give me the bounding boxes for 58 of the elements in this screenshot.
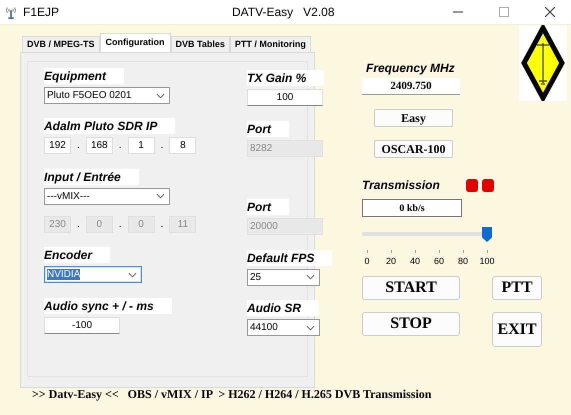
status-text: >> Datv-Easy << OBS / vMIX / IP > H262 / H264 / H.265 DVB Transmission [31, 387, 432, 402]
tick-label: 100 [479, 256, 495, 266]
tab[interactable]: DVB Tables [170, 36, 230, 52]
ip-separator: . [160, 140, 164, 152]
field-label: Default FPS [247, 250, 332, 266]
tick-label: 80 [458, 256, 468, 266]
field-label: Input / Entrée [44, 168, 139, 185]
tab[interactable]: PTT / Monitoring [230, 36, 311, 52]
tab[interactable]: Configuration [100, 33, 171, 52]
action-button[interactable]: PTT [492, 276, 542, 300]
field-label: TX Gain % [247, 70, 324, 86]
mode-button[interactable]: OSCAR-100 [374, 140, 453, 158]
dropdown[interactable]: 44100 [247, 319, 320, 336]
chevron-icon [306, 324, 315, 330]
slider-thumb[interactable] [482, 227, 492, 242]
ip-separator: . [118, 218, 123, 230]
field-label: Audio SR [247, 300, 319, 316]
close-icon[interactable] [545, 7, 555, 17]
chevron-icon [306, 274, 315, 280]
window-title: DATV-Easy V2.08 [232, 5, 335, 19]
field-label: Encoder [44, 247, 110, 264]
action-button[interactable]: STOP [362, 312, 460, 336]
antenna-icon [4, 5, 18, 19]
field-label: Port [247, 120, 289, 137]
input-field[interactable]: 192 [44, 137, 71, 154]
app-name: F1EJP [23, 5, 60, 19]
dropdown[interactable]: Pluto F5OEO 0201 [44, 87, 170, 104]
field-label: Audio sync + / - ms [44, 298, 172, 314]
frequency-field: 2409.750 [362, 78, 460, 95]
dropdown[interactable]: ---vMIX--- [44, 188, 170, 205]
input-field[interactable]: 168 [86, 137, 113, 154]
frequency-label: Frequency MHz [366, 61, 455, 75]
tick-label: 20 [386, 256, 396, 266]
field-label: Adalm Pluto SDR IP [44, 118, 176, 134]
action-button[interactable]: START [362, 276, 460, 300]
ip-separator: . [160, 218, 164, 230]
mode-button[interactable]: Easy [374, 109, 453, 127]
input-field[interactable]: 1 [128, 137, 155, 154]
tab[interactable]: DVB / MPEG-TS [22, 36, 100, 52]
chevron-icon [128, 272, 137, 278]
transmission-label: Transmission [362, 178, 440, 192]
action-button[interactable]: EXIT [492, 312, 542, 347]
chevron-icon [156, 92, 165, 98]
field-label: Equipment [44, 68, 124, 84]
chevron-icon [156, 193, 165, 200]
input-field[interactable]: 8 [169, 137, 196, 154]
tick-label: 0 [364, 256, 370, 266]
ip-separator: . [118, 140, 123, 152]
bitrate-field: 0 kb/s [362, 199, 462, 217]
field-label: Port [247, 199, 289, 216]
ip-separator: . [76, 218, 81, 230]
ip-separator: . [76, 140, 81, 152]
input-field[interactable]: 100 [247, 89, 323, 106]
tick-label: 40 [410, 256, 420, 266]
input-field[interactable]: -100 [44, 316, 120, 334]
tick-label: 60 [434, 256, 444, 266]
dropdown[interactable]: NVIDIA [44, 266, 142, 284]
dropdown[interactable]: 25 [247, 268, 320, 286]
